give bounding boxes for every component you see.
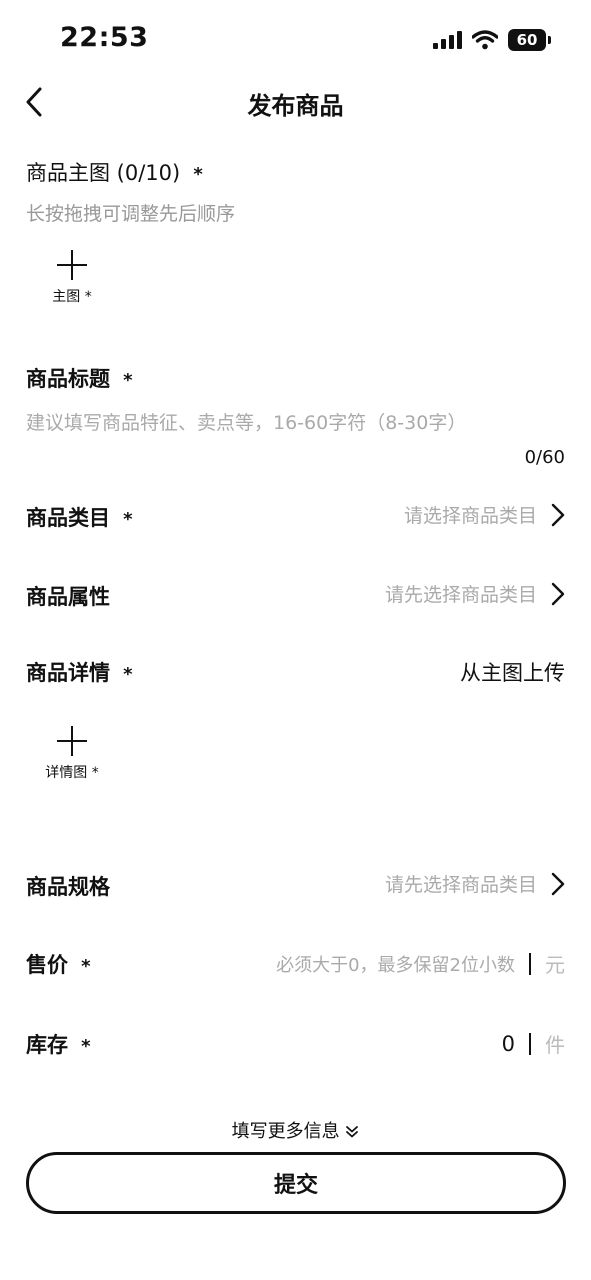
- more-info-toggle[interactable]: 填写更多信息: [0, 1117, 591, 1143]
- more-info-label: 填写更多信息: [231, 1121, 340, 1142]
- specs-selector[interactable]: 请先选择商品类目: [385, 870, 565, 897]
- price-label: 售价: [26, 953, 68, 977]
- required-mark: *: [123, 664, 133, 685]
- detail-image-tile-label: 详情图 *: [45, 765, 99, 781]
- details-label: 商品详情: [26, 661, 110, 685]
- page-title: 发布商品: [247, 92, 344, 120]
- detail-image-upload-tile[interactable]: 详情图 *: [26, 726, 118, 782]
- required-mark: *: [193, 164, 203, 185]
- stock-row: 0 件: [502, 1029, 565, 1058]
- stock-label: 库存: [26, 1033, 68, 1057]
- category-label: 商品类目: [26, 506, 110, 530]
- product-title-label-row: 商品标题 *: [26, 363, 133, 393]
- main-images-hint: 长按拖拽可调整先后顺序: [26, 203, 236, 225]
- required-mark: *: [123, 370, 133, 391]
- required-mark: *: [81, 956, 91, 977]
- stock-unit: 件: [545, 1033, 565, 1057]
- main-image-upload-tile[interactable]: 主图 *: [26, 250, 118, 306]
- nav-bar: 发布商品: [0, 78, 591, 126]
- specs-label-row: 商品规格: [26, 871, 110, 901]
- plus-icon: [57, 250, 87, 280]
- submit-button[interactable]: 提交: [26, 1152, 566, 1214]
- attributes-label-row: 商品属性: [26, 581, 110, 611]
- category-selector[interactable]: 请选择商品类目: [404, 501, 565, 528]
- chevron-right-icon: [551, 582, 565, 605]
- product-title-label: 商品标题: [26, 367, 110, 391]
- stock-input[interactable]: 0: [502, 1032, 515, 1056]
- upload-from-main-images-link[interactable]: 从主图上传: [460, 657, 565, 687]
- main-image-tile-label: 主图 *: [52, 289, 92, 305]
- price-row: 必须大于0，最多保留2位小数 元: [276, 949, 565, 978]
- category-value: 请选择商品类目: [403, 505, 537, 527]
- cellular-signal-icon: [433, 31, 462, 49]
- main-images-label: 商品主图 (0/10): [26, 161, 181, 185]
- price-input[interactable]: 必须大于0，最多保留2位小数: [276, 951, 515, 977]
- price-unit: 元: [545, 953, 565, 977]
- battery-icon: 60: [508, 29, 551, 51]
- stock-label-row: 库存 *: [26, 1029, 91, 1059]
- divider: [529, 952, 531, 975]
- specs-value: 请先选择商品类目: [384, 874, 537, 896]
- category-label-row: 商品类目 *: [26, 502, 133, 532]
- required-mark: *: [81, 1036, 91, 1057]
- required-mark: *: [123, 509, 133, 530]
- details-label-row: 商品详情 *: [26, 657, 133, 687]
- main-images-label-row: 商品主图 (0/10) *: [26, 157, 203, 187]
- price-label-row: 售价 *: [26, 949, 91, 979]
- attributes-label: 商品属性: [26, 585, 110, 609]
- product-title-counter: 0/60: [524, 447, 565, 468]
- attributes-value: 请先选择商品类目: [384, 584, 537, 606]
- divider: [529, 1032, 531, 1055]
- status-time: 22:53: [60, 22, 149, 53]
- plus-icon: [57, 726, 87, 756]
- status-icons: 60: [433, 28, 551, 52]
- status-bar: 22:53 60: [0, 0, 591, 78]
- product-title-input[interactable]: 建议填写商品特征、卖点等，16-60字符（8-30字）: [26, 408, 466, 435]
- specs-label: 商品规格: [26, 875, 110, 899]
- battery-level: 60: [508, 29, 546, 51]
- attributes-selector[interactable]: 请先选择商品类目: [385, 580, 565, 607]
- chevron-double-down-icon: [346, 1126, 359, 1138]
- submit-label: 提交: [273, 1173, 318, 1198]
- wifi-icon: [472, 30, 498, 50]
- chevron-right-icon: [551, 872, 565, 895]
- chevron-right-icon: [551, 503, 565, 526]
